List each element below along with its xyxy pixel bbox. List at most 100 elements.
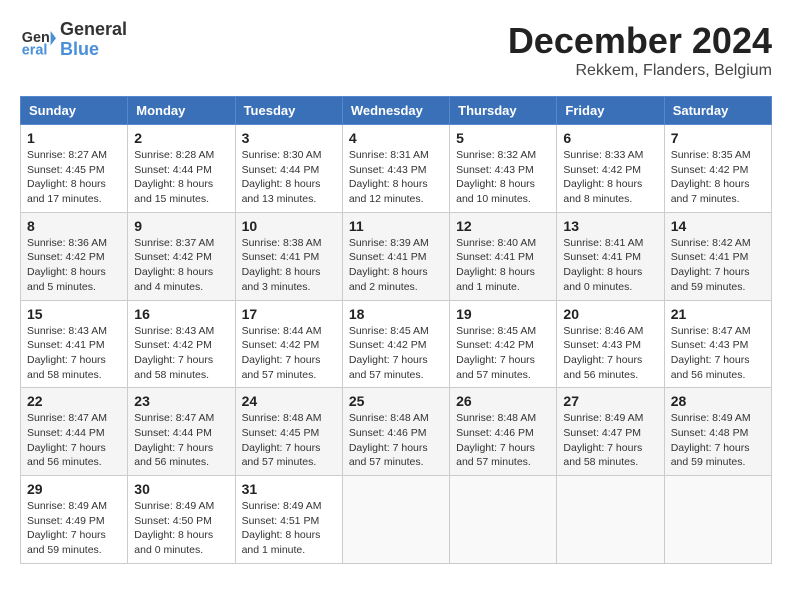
day-number: 22 <box>27 393 121 409</box>
calendar-cell: 13 Sunrise: 8:41 AM Sunset: 4:41 PM Dayl… <box>557 212 664 300</box>
day-header-tuesday: Tuesday <box>235 97 342 125</box>
day-number: 29 <box>27 481 121 497</box>
calendar-cell: 18 Sunrise: 8:45 AM Sunset: 4:42 PM Dayl… <box>342 300 449 388</box>
day-detail: Sunrise: 8:36 AM Sunset: 4:42 PM Dayligh… <box>27 237 107 293</box>
day-number: 2 <box>134 130 228 146</box>
calendar-week-5: 29 Sunrise: 8:49 AM Sunset: 4:49 PM Dayl… <box>21 476 772 564</box>
day-detail: Sunrise: 8:48 AM Sunset: 4:46 PM Dayligh… <box>349 412 429 468</box>
day-detail: Sunrise: 8:30 AM Sunset: 4:44 PM Dayligh… <box>242 149 322 205</box>
day-detail: Sunrise: 8:31 AM Sunset: 4:43 PM Dayligh… <box>349 149 429 205</box>
calendar-cell: 30 Sunrise: 8:49 AM Sunset: 4:50 PM Dayl… <box>128 476 235 564</box>
day-number: 5 <box>456 130 550 146</box>
calendar-cell: 4 Sunrise: 8:31 AM Sunset: 4:43 PM Dayli… <box>342 125 449 213</box>
calendar-cell: 6 Sunrise: 8:33 AM Sunset: 4:42 PM Dayli… <box>557 125 664 213</box>
day-detail: Sunrise: 8:45 AM Sunset: 4:42 PM Dayligh… <box>349 325 429 381</box>
day-detail: Sunrise: 8:35 AM Sunset: 4:42 PM Dayligh… <box>671 149 751 205</box>
day-number: 11 <box>349 218 443 234</box>
calendar-cell: 14 Sunrise: 8:42 AM Sunset: 4:41 PM Dayl… <box>664 212 771 300</box>
calendar-cell: 24 Sunrise: 8:48 AM Sunset: 4:45 PM Dayl… <box>235 388 342 476</box>
location: Rekkem, Flanders, Belgium <box>508 62 772 80</box>
day-detail: Sunrise: 8:37 AM Sunset: 4:42 PM Dayligh… <box>134 237 214 293</box>
day-number: 7 <box>671 130 765 146</box>
day-header-monday: Monday <box>128 97 235 125</box>
logo-icon: Gen eral <box>20 22 56 58</box>
day-number: 13 <box>563 218 657 234</box>
day-detail: Sunrise: 8:49 AM Sunset: 4:50 PM Dayligh… <box>134 500 214 556</box>
calendar-week-1: 1 Sunrise: 8:27 AM Sunset: 4:45 PM Dayli… <box>21 125 772 213</box>
calendar-cell: 9 Sunrise: 8:37 AM Sunset: 4:42 PM Dayli… <box>128 212 235 300</box>
day-detail: Sunrise: 8:33 AM Sunset: 4:42 PM Dayligh… <box>563 149 643 205</box>
calendar-cell <box>450 476 557 564</box>
calendar-cell: 17 Sunrise: 8:44 AM Sunset: 4:42 PM Dayl… <box>235 300 342 388</box>
day-number: 10 <box>242 218 336 234</box>
calendar-cell: 1 Sunrise: 8:27 AM Sunset: 4:45 PM Dayli… <box>21 125 128 213</box>
day-number: 21 <box>671 306 765 322</box>
calendar-cell: 23 Sunrise: 8:47 AM Sunset: 4:44 PM Dayl… <box>128 388 235 476</box>
day-number: 9 <box>134 218 228 234</box>
calendar-cell: 2 Sunrise: 8:28 AM Sunset: 4:44 PM Dayli… <box>128 125 235 213</box>
day-number: 24 <box>242 393 336 409</box>
day-number: 17 <box>242 306 336 322</box>
calendar-cell <box>557 476 664 564</box>
calendar-cell <box>664 476 771 564</box>
calendar-cell: 28 Sunrise: 8:49 AM Sunset: 4:48 PM Dayl… <box>664 388 771 476</box>
day-number: 25 <box>349 393 443 409</box>
day-number: 20 <box>563 306 657 322</box>
calendar-header-row: SundayMondayTuesdayWednesdayThursdayFrid… <box>21 97 772 125</box>
calendar-cell: 27 Sunrise: 8:49 AM Sunset: 4:47 PM Dayl… <box>557 388 664 476</box>
day-detail: Sunrise: 8:48 AM Sunset: 4:46 PM Dayligh… <box>456 412 536 468</box>
calendar-cell: 19 Sunrise: 8:45 AM Sunset: 4:42 PM Dayl… <box>450 300 557 388</box>
page-header: Gen eral General Blue December 2024 Rekk… <box>20 20 772 80</box>
day-number: 6 <box>563 130 657 146</box>
day-detail: Sunrise: 8:47 AM Sunset: 4:43 PM Dayligh… <box>671 325 751 381</box>
day-detail: Sunrise: 8:44 AM Sunset: 4:42 PM Dayligh… <box>242 325 322 381</box>
calendar-cell: 10 Sunrise: 8:38 AM Sunset: 4:41 PM Dayl… <box>235 212 342 300</box>
calendar-cell: 16 Sunrise: 8:43 AM Sunset: 4:42 PM Dayl… <box>128 300 235 388</box>
day-detail: Sunrise: 8:28 AM Sunset: 4:44 PM Dayligh… <box>134 149 214 205</box>
day-detail: Sunrise: 8:48 AM Sunset: 4:45 PM Dayligh… <box>242 412 322 468</box>
day-detail: Sunrise: 8:46 AM Sunset: 4:43 PM Dayligh… <box>563 325 643 381</box>
day-detail: Sunrise: 8:49 AM Sunset: 4:48 PM Dayligh… <box>671 412 751 468</box>
day-header-sunday: Sunday <box>21 97 128 125</box>
day-detail: Sunrise: 8:49 AM Sunset: 4:47 PM Dayligh… <box>563 412 643 468</box>
logo-line2: Blue <box>60 40 127 60</box>
day-number: 16 <box>134 306 228 322</box>
calendar-cell: 22 Sunrise: 8:47 AM Sunset: 4:44 PM Dayl… <box>21 388 128 476</box>
day-detail: Sunrise: 8:49 AM Sunset: 4:51 PM Dayligh… <box>242 500 322 556</box>
calendar-cell: 29 Sunrise: 8:49 AM Sunset: 4:49 PM Dayl… <box>21 476 128 564</box>
calendar-week-4: 22 Sunrise: 8:47 AM Sunset: 4:44 PM Dayl… <box>21 388 772 476</box>
day-number: 26 <box>456 393 550 409</box>
calendar-cell: 26 Sunrise: 8:48 AM Sunset: 4:46 PM Dayl… <box>450 388 557 476</box>
day-number: 31 <box>242 481 336 497</box>
month-title: December 2024 <box>508 20 772 62</box>
calendar-cell: 5 Sunrise: 8:32 AM Sunset: 4:43 PM Dayli… <box>450 125 557 213</box>
day-detail: Sunrise: 8:27 AM Sunset: 4:45 PM Dayligh… <box>27 149 107 205</box>
day-header-wednesday: Wednesday <box>342 97 449 125</box>
day-detail: Sunrise: 8:39 AM Sunset: 4:41 PM Dayligh… <box>349 237 429 293</box>
day-header-thursday: Thursday <box>450 97 557 125</box>
day-number: 23 <box>134 393 228 409</box>
calendar-cell: 12 Sunrise: 8:40 AM Sunset: 4:41 PM Dayl… <box>450 212 557 300</box>
calendar-cell: 8 Sunrise: 8:36 AM Sunset: 4:42 PM Dayli… <box>21 212 128 300</box>
calendar-week-2: 8 Sunrise: 8:36 AM Sunset: 4:42 PM Dayli… <box>21 212 772 300</box>
calendar-table: SundayMondayTuesdayWednesdayThursdayFrid… <box>20 96 772 564</box>
day-detail: Sunrise: 8:49 AM Sunset: 4:49 PM Dayligh… <box>27 500 107 556</box>
calendar-cell <box>342 476 449 564</box>
day-detail: Sunrise: 8:45 AM Sunset: 4:42 PM Dayligh… <box>456 325 536 381</box>
calendar-cell: 15 Sunrise: 8:43 AM Sunset: 4:41 PM Dayl… <box>21 300 128 388</box>
title-block: December 2024 Rekkem, Flanders, Belgium <box>508 20 772 80</box>
day-detail: Sunrise: 8:43 AM Sunset: 4:41 PM Dayligh… <box>27 325 107 381</box>
svg-text:eral: eral <box>22 42 48 58</box>
day-detail: Sunrise: 8:43 AM Sunset: 4:42 PM Dayligh… <box>134 325 214 381</box>
day-header-saturday: Saturday <box>664 97 771 125</box>
day-number: 27 <box>563 393 657 409</box>
calendar-cell: 3 Sunrise: 8:30 AM Sunset: 4:44 PM Dayli… <box>235 125 342 213</box>
calendar-cell: 20 Sunrise: 8:46 AM Sunset: 4:43 PM Dayl… <box>557 300 664 388</box>
day-number: 14 <box>671 218 765 234</box>
day-number: 28 <box>671 393 765 409</box>
day-number: 8 <box>27 218 121 234</box>
day-number: 15 <box>27 306 121 322</box>
day-detail: Sunrise: 8:47 AM Sunset: 4:44 PM Dayligh… <box>27 412 107 468</box>
logo: Gen eral General Blue <box>20 20 127 60</box>
calendar-cell: 11 Sunrise: 8:39 AM Sunset: 4:41 PM Dayl… <box>342 212 449 300</box>
